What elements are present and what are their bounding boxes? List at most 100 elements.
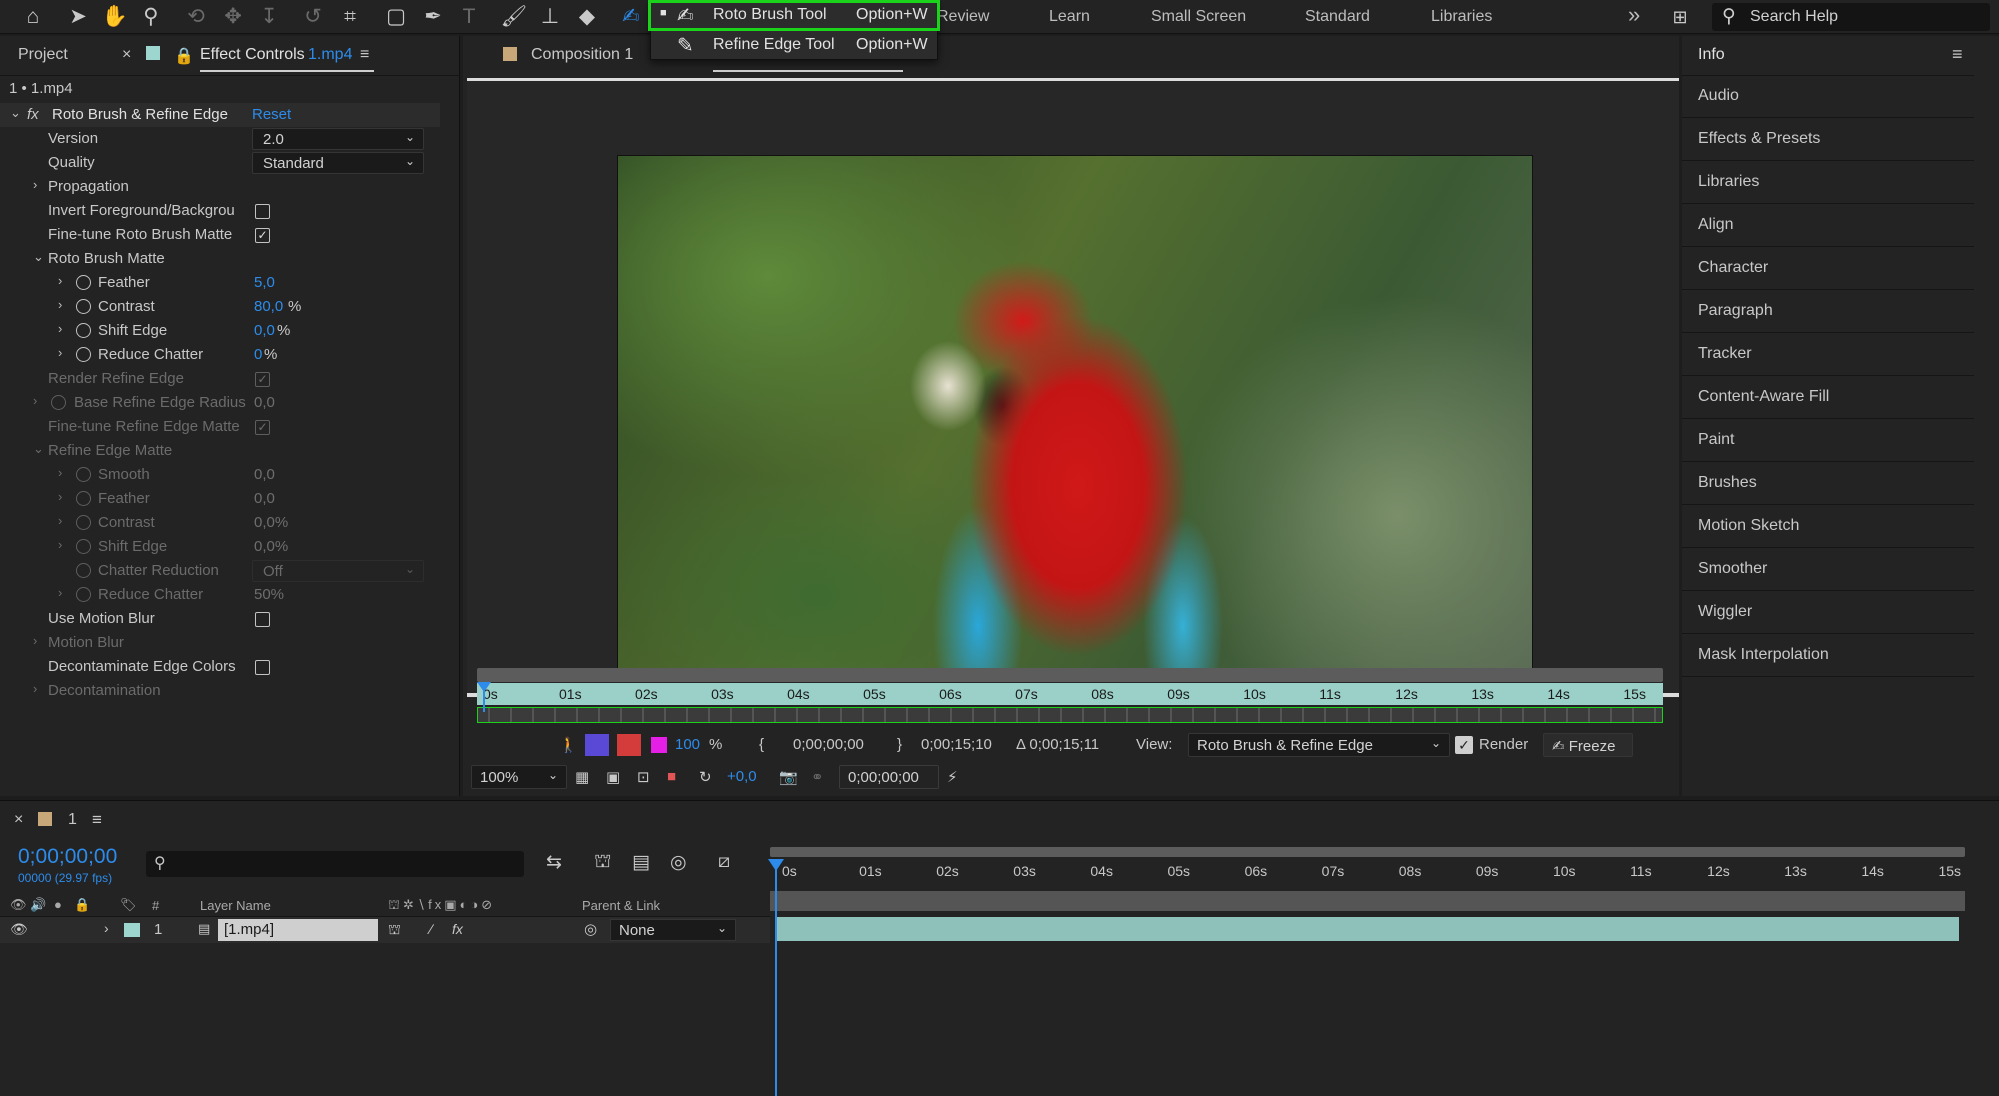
pan-icon[interactable]: ✥ bbox=[219, 3, 247, 31]
layer-row[interactable]: 👁 › 1 ▤ [1.mp4] ⛫ ∕ fx ◎ None ⌄ bbox=[0, 917, 770, 943]
chevron-down-icon[interactable]: ⌄ bbox=[33, 249, 44, 265]
stopwatch-icon[interactable] bbox=[51, 395, 66, 410]
home-icon[interactable]: ⌂ bbox=[19, 3, 47, 31]
start-time[interactable]: 0;00;00;00 bbox=[793, 736, 864, 753]
panel-libraries[interactable]: Libraries bbox=[1682, 162, 1974, 204]
contrast-value[interactable]: 80,0 bbox=[254, 298, 283, 315]
timeline-work-area-bar[interactable] bbox=[770, 847, 1965, 857]
fine-tune-roto-checkbox[interactable]: ✓ bbox=[255, 228, 270, 243]
freeze-button[interactable]: ✍ Freeze bbox=[1543, 733, 1633, 757]
panel-wiggler[interactable]: Wiggler bbox=[1682, 592, 1974, 634]
audio-icon[interactable]: 🔊 bbox=[30, 897, 46, 913]
panel-smoother[interactable]: Smoother bbox=[1682, 549, 1974, 591]
lock-icon[interactable]: 🔒 bbox=[174, 46, 194, 66]
snapshot-icon[interactable]: 📷 bbox=[779, 768, 798, 786]
type-icon[interactable]: T bbox=[455, 3, 483, 31]
layer-duration-bar[interactable] bbox=[776, 917, 1959, 941]
panel-menu-icon[interactable]: ≡ bbox=[1952, 44, 1963, 65]
solo-icon[interactable]: ● bbox=[54, 897, 62, 912]
panel-paint[interactable]: Paint bbox=[1682, 420, 1974, 462]
end-bracket-icon[interactable]: } bbox=[897, 736, 902, 753]
stopwatch-icon[interactable] bbox=[76, 347, 91, 362]
search-help-input[interactable]: ⚲ Search Help bbox=[1712, 3, 1990, 31]
quality-icon[interactable]: ∕ bbox=[430, 921, 432, 937]
stopwatch-icon[interactable] bbox=[76, 515, 91, 530]
work-area-bar[interactable] bbox=[477, 668, 1663, 682]
chevron-right-icon[interactable]: › bbox=[33, 633, 37, 648]
panel-motion-sketch[interactable]: Motion Sketch bbox=[1682, 506, 1974, 548]
use-motion-blur-checkbox[interactable] bbox=[255, 612, 270, 627]
chevron-right-icon[interactable]: › bbox=[58, 585, 62, 600]
panel-audio[interactable]: Audio bbox=[1682, 76, 1974, 118]
workspace-review[interactable]: Review bbox=[937, 8, 989, 26]
chevron-right-icon[interactable]: › bbox=[58, 537, 62, 552]
tab-project[interactable]: Project bbox=[18, 46, 68, 64]
propagation-row[interactable]: › Propagation bbox=[0, 175, 440, 199]
stopwatch-icon[interactable] bbox=[76, 467, 91, 482]
chevron-right-icon[interactable]: › bbox=[58, 345, 62, 360]
chevron-right-icon[interactable]: › bbox=[33, 177, 37, 192]
eraser-icon[interactable]: ◆ bbox=[573, 3, 601, 31]
tab-composition[interactable]: Composition 1 bbox=[531, 46, 633, 64]
panel-align[interactable]: Align bbox=[1682, 205, 1974, 247]
chevron-right-icon[interactable]: › bbox=[58, 273, 62, 288]
chevron-right-icon[interactable]: › bbox=[58, 513, 62, 528]
channels-icon[interactable]: ■ bbox=[667, 768, 676, 785]
chevron-down-icon[interactable]: ⌄ bbox=[10, 105, 21, 121]
menu-item-roto-brush-tool[interactable]: ■ ✍ Roto Brush Tool Option+W bbox=[651, 1, 937, 31]
version-select[interactable]: 2.0 ⌄ bbox=[252, 128, 424, 150]
stopwatch-icon[interactable] bbox=[76, 539, 91, 554]
chevron-right-icon[interactable]: › bbox=[33, 393, 37, 408]
stopwatch-icon[interactable] bbox=[76, 491, 91, 506]
chevron-right-icon[interactable]: › bbox=[58, 321, 62, 336]
chevron-right-icon[interactable]: › bbox=[33, 681, 37, 696]
zoom-icon[interactable]: ⚲ bbox=[137, 3, 165, 31]
more-workspaces-icon[interactable]: » bbox=[1628, 2, 1640, 28]
chevron-right-icon[interactable]: › bbox=[58, 297, 62, 312]
pen-icon[interactable]: ✒ bbox=[419, 3, 447, 31]
workspace-libraries[interactable]: Libraries bbox=[1431, 8, 1492, 26]
tab-effect-file[interactable]: 1.mp4 bbox=[308, 46, 352, 64]
stopwatch-icon[interactable] bbox=[76, 323, 91, 338]
workspace-options-icon[interactable]: ⊞ bbox=[1666, 3, 1694, 31]
stopwatch-icon[interactable] bbox=[76, 275, 91, 290]
chevron-right-icon[interactable]: › bbox=[58, 489, 62, 504]
label-icon[interactable]: 🏷 bbox=[120, 897, 137, 913]
roto-brush-icon[interactable]: ✍ bbox=[617, 3, 645, 31]
dolly-icon[interactable]: ↧ bbox=[255, 3, 283, 31]
eye-icon[interactable]: 👁 bbox=[10, 897, 27, 913]
brush-icon[interactable]: 🖌 bbox=[500, 3, 528, 31]
menu-item-refine-edge-tool[interactable]: ✎ Refine Edge Tool Option+W bbox=[651, 31, 937, 61]
parent-select[interactable]: None ⌄ bbox=[610, 919, 736, 941]
lock-icon[interactable]: 🔒 bbox=[74, 897, 90, 913]
render-refine-edge-checkbox[interactable]: ✓ bbox=[255, 372, 270, 387]
panel-effects-presets[interactable]: Effects & Presets bbox=[1682, 119, 1974, 161]
current-time-display[interactable]: 0;00;00;00 bbox=[839, 765, 939, 789]
panel-info[interactable]: Info ≡ bbox=[1682, 36, 1974, 76]
tab-effect-controls[interactable]: Effect Controls bbox=[200, 46, 305, 64]
shift-edge-value[interactable]: 0,0 bbox=[254, 322, 275, 339]
start-bracket-icon[interactable]: { bbox=[759, 736, 764, 753]
column-layer-name[interactable]: Layer Name bbox=[200, 898, 271, 913]
foreground-icon[interactable] bbox=[585, 734, 609, 756]
fx-icon[interactable]: fx bbox=[27, 106, 39, 123]
quality-select[interactable]: Standard ⌄ bbox=[252, 152, 424, 174]
orbit-icon[interactable]: ⟲ bbox=[182, 3, 210, 31]
close-icon[interactable]: × bbox=[14, 811, 23, 829]
roto-brush-matte-row[interactable]: ⌄ Roto Brush Matte bbox=[0, 247, 440, 271]
anchor-icon[interactable]: ⌗ bbox=[336, 3, 364, 31]
chevron-down-icon[interactable]: ⌄ bbox=[33, 441, 44, 457]
invert-foreground-checkbox[interactable] bbox=[255, 204, 270, 219]
column-parent[interactable]: Parent & Link bbox=[582, 898, 660, 913]
feather-value[interactable]: 5,0 bbox=[254, 274, 275, 291]
workspace-learn[interactable]: Learn bbox=[1049, 8, 1090, 26]
roto-time-ruler[interactable]: 0s 01s 02s 03s 04s 05s 06s 07s 08s 09s 10s 11s 12s 13… bbox=[477, 683, 1663, 705]
panel-character[interactable]: Character bbox=[1682, 248, 1974, 290]
workspace-small-screen[interactable]: Small Screen bbox=[1151, 8, 1246, 26]
refine-edge-matte-row[interactable]: ⌄ Refine Edge Matte bbox=[0, 439, 440, 463]
stopwatch-icon[interactable] bbox=[76, 563, 91, 578]
stopwatch-icon[interactable] bbox=[76, 587, 91, 602]
current-timecode[interactable]: 0;00;00;00 bbox=[18, 845, 117, 869]
motion-blur-row[interactable]: › Motion Blur bbox=[0, 631, 440, 655]
close-icon[interactable]: × bbox=[122, 46, 131, 64]
